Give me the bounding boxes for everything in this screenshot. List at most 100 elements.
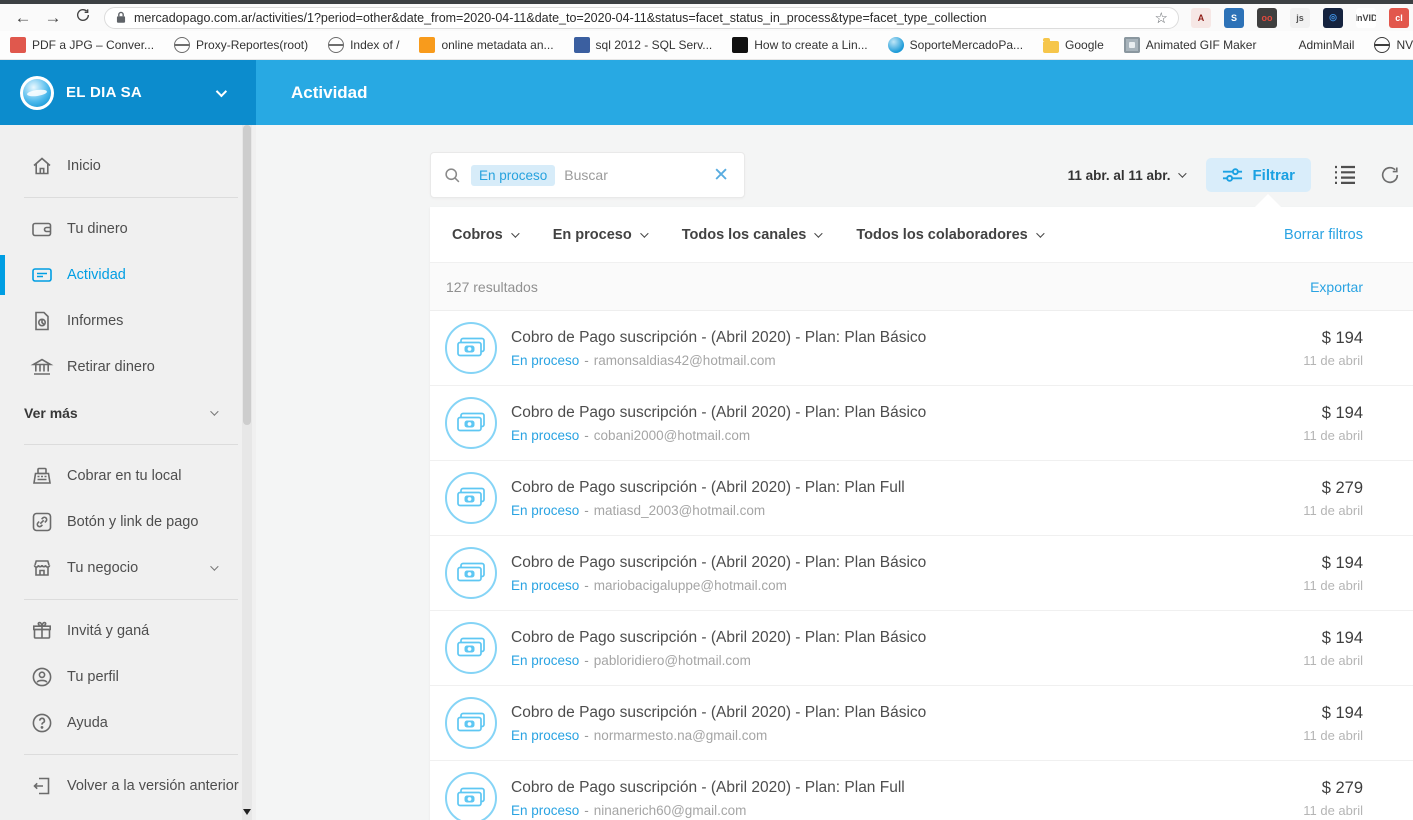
activity-row[interactable]: Cobro de Pago suscripción - (Abril 2020)… xyxy=(430,311,1413,386)
filter-dropdown-collaborators[interactable]: Todos los colaboradores xyxy=(856,227,1041,243)
activity-title: Cobro de Pago suscripción - (Abril 2020)… xyxy=(511,779,905,797)
forward-icon[interactable]: → xyxy=(38,8,68,28)
sidebar-item-cobrar-en-tu-local[interactable]: Cobrar en tu local xyxy=(0,453,256,499)
money-bill-icon xyxy=(445,547,497,599)
money-bill-icon xyxy=(445,397,497,449)
bank-icon xyxy=(30,355,54,379)
amount: $ 194 xyxy=(1303,404,1363,423)
status-badge: En proceso xyxy=(511,803,579,818)
help-icon xyxy=(30,711,54,735)
bookmark-item[interactable]: online metadata an... xyxy=(419,37,553,53)
filter-dropdown-channels[interactable]: Todos los canales xyxy=(682,227,821,243)
activity-title: Cobro de Pago suscripción - (Abril 2020)… xyxy=(511,704,926,722)
chevron-down-icon xyxy=(210,407,218,415)
sidebar-item-boton-y-link[interactable]: Botón y link de pago xyxy=(0,499,256,545)
money-bill-icon xyxy=(30,263,54,287)
date: 11 de abril xyxy=(1303,428,1363,443)
search-input[interactable] xyxy=(564,167,711,183)
bookmark-item[interactable]: NVS-2 xyxy=(1374,37,1413,53)
activity-row[interactable]: Cobro de Pago suscripción - (Abril 2020)… xyxy=(430,461,1413,536)
bookmark-item[interactable]: Google xyxy=(1043,38,1104,53)
js-extension-icon[interactable]: js xyxy=(1290,8,1310,28)
sidebar-item-retirar-dinero[interactable]: Retirar dinero xyxy=(0,344,256,390)
url-bar[interactable]: mercadopago.com.ar/activities/1?period=o… xyxy=(104,7,1179,29)
account-name: EL DIA SA xyxy=(66,84,142,101)
sidebar-nav: Inicio Tu dinero Actividad Informes Reti… xyxy=(0,125,256,809)
filter-dropdown-status[interactable]: En proceso xyxy=(553,227,646,243)
account-switcher[interactable]: EL DIA SA xyxy=(0,60,256,125)
sql-favicon xyxy=(574,37,590,53)
sidebar-item-informes[interactable]: Informes xyxy=(0,298,256,344)
bookmark-item[interactable]: sql 2012 - SQL Serv... xyxy=(574,37,713,53)
date: 11 de abril xyxy=(1303,503,1363,518)
sidebar-item-inicio[interactable]: Inicio xyxy=(0,143,256,189)
sidebar-item-tu-dinero[interactable]: Tu dinero xyxy=(0,206,256,252)
acrobat-extension-icon[interactable]: A xyxy=(1191,8,1211,28)
filter-dropdown-type[interactable]: Cobros xyxy=(452,227,517,243)
sidebar-scrollbar[interactable] xyxy=(242,125,252,820)
bookmark-label: AdminMail xyxy=(1298,38,1354,52)
filter-button[interactable]: Filtrar xyxy=(1206,158,1311,192)
list-view-icon[interactable] xyxy=(1333,164,1357,186)
date: 11 de abril xyxy=(1303,653,1363,668)
bookmark-star-icon[interactable]: ☆ xyxy=(1155,9,1168,27)
scrollbar-thumb[interactable] xyxy=(243,125,251,425)
activity-row[interactable]: Cobro de Pago suscripción - (Abril 2020)… xyxy=(430,386,1413,461)
back-icon[interactable]: ← xyxy=(8,8,38,28)
search-box[interactable]: En proceso ✕ xyxy=(430,152,745,198)
bookmark-label: PDF a JPG – Conver... xyxy=(32,38,154,52)
bookmark-item[interactable]: SoporteMercadoPa... xyxy=(888,37,1023,53)
sidebar: EL DIA SA Inicio Tu dinero Actividad Inf… xyxy=(0,60,256,820)
activity-row[interactable]: Cobro de Pago suscripción - (Abril 2020)… xyxy=(430,761,1413,820)
clear-search-icon[interactable]: ✕ xyxy=(711,164,731,187)
invid-extension-icon[interactable]: InVID xyxy=(1356,8,1376,28)
bookmark-label: sql 2012 - SQL Serv... xyxy=(596,38,713,52)
scroll-down-arrow-icon[interactable] xyxy=(242,809,252,817)
padlock-icon xyxy=(115,11,127,24)
medium-favicon xyxy=(732,37,748,53)
activity-title: Cobro de Pago suscripción - (Abril 2020)… xyxy=(511,554,926,572)
export-link[interactable]: Exportar xyxy=(1310,279,1363,295)
amount: $ 194 xyxy=(1303,329,1363,348)
sidebar-item-volver-version-anterior[interactable]: Volver a la versión anterior xyxy=(0,763,256,809)
activity-row[interactable]: Cobro de Pago suscripción - (Abril 2020)… xyxy=(430,536,1413,611)
status-badge: En proceso xyxy=(511,578,579,593)
mask-extension-icon[interactable]: oo xyxy=(1257,8,1277,28)
sidebar-item-ver-mas[interactable]: Ver más xyxy=(0,390,256,436)
bookmark-item[interactable]: How to create a Lin... xyxy=(732,37,867,53)
bookmark-item[interactable]: Animated GIF Maker xyxy=(1124,37,1257,53)
activity-title: Cobro de Pago suscripción - (Abril 2020)… xyxy=(511,479,905,497)
payer-email: mariobacigaluppe@hotmail.com xyxy=(594,578,787,593)
mercadopago-favicon xyxy=(888,37,904,53)
s-extension-icon[interactable]: S xyxy=(1224,8,1244,28)
search-filter-chip[interactable]: En proceso xyxy=(471,165,555,186)
chevron-down-icon xyxy=(1036,229,1044,237)
activity-row[interactable]: Cobro de Pago suscripción - (Abril 2020)… xyxy=(430,611,1413,686)
report-icon xyxy=(30,309,54,333)
bookmark-label: Google xyxy=(1065,38,1104,52)
date-range-selector[interactable]: 11 abr. al 11 abr. xyxy=(1068,168,1185,183)
refresh-icon[interactable] xyxy=(68,7,98,28)
amount: $ 279 xyxy=(1303,779,1363,798)
pdf-favicon xyxy=(10,37,26,53)
money-bill-icon xyxy=(445,697,497,749)
bookmark-item[interactable]: Index of / xyxy=(328,37,399,53)
sidebar-item-tu-perfil[interactable]: Tu perfil xyxy=(0,654,256,700)
sidebar-item-actividad[interactable]: Actividad xyxy=(0,252,256,298)
bookmark-item[interactable]: AdminMail xyxy=(1276,37,1354,53)
globe-dark-favicon xyxy=(1374,37,1390,53)
sidebar-item-tu-negocio[interactable]: Tu negocio xyxy=(0,545,256,591)
payer-email: matiasd_2003@hotmail.com xyxy=(594,503,765,518)
bookmark-label: Animated GIF Maker xyxy=(1146,38,1257,52)
target-extension-icon[interactable]: ◎ xyxy=(1323,8,1343,28)
bookmark-item[interactable]: Proxy-Reportes(root) xyxy=(174,37,308,53)
bookmark-label: Proxy-Reportes(root) xyxy=(196,38,308,52)
sidebar-item-ayuda[interactable]: Ayuda xyxy=(0,700,256,746)
bookmarks-bar: PDF a JPG – Conver... Proxy-Reportes(roo… xyxy=(0,31,1413,60)
refresh-list-icon[interactable] xyxy=(1379,164,1401,186)
clear-filters-link[interactable]: Borrar filtros xyxy=(1284,227,1363,243)
activity-row[interactable]: Cobro de Pago suscripción - (Abril 2020)… xyxy=(430,686,1413,761)
bookmark-item[interactable]: PDF a JPG – Conver... xyxy=(10,37,154,53)
c-extension-icon[interactable]: cl xyxy=(1389,8,1409,28)
sidebar-item-invita-y-gana[interactable]: Invitá y ganá xyxy=(0,608,256,654)
